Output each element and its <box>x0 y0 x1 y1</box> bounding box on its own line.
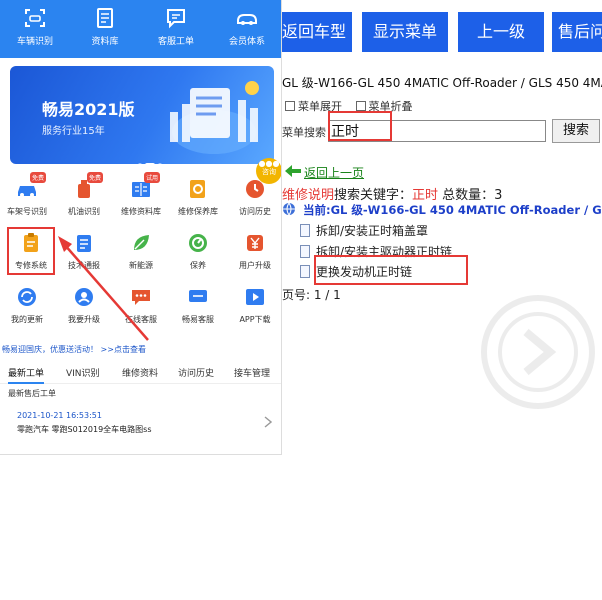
show-menu-button[interactable]: 显示菜单 <box>362 12 448 52</box>
search-button[interactable]: 搜索 <box>552 119 600 143</box>
back-link[interactable]: 返回上一页 <box>304 166 364 180</box>
result-count: 总数量：3 <box>438 188 503 203</box>
search-label: 菜单搜索 <box>282 126 326 139</box>
document-icon <box>300 265 310 278</box>
globe-icon <box>283 202 295 216</box>
screenshot-root: 车辆识别 资料库 客服工单 会员体系 畅易2021版 服务行业15年 ●●● 咨… <box>0 0 602 600</box>
page-number: 页号: 1 / 1 <box>282 288 341 302</box>
top-button-bar: 返回车型 显示菜单 上一级 售后问 <box>282 6 602 56</box>
tree-item[interactable]: 拆卸/安装正时箱盖罩 <box>300 222 428 239</box>
highlight-box-item <box>314 255 468 285</box>
keyword-value: 正时 <box>412 188 439 203</box>
mobile-app-panel: 车辆识别 资料库 客服工单 会员体系 畅易2021版 服务行业15年 ●●● 咨… <box>0 0 282 455</box>
after-sales-button[interactable]: 售后问 <box>552 12 602 52</box>
search-info: 维修说明搜索关键字：正时 总数量：3 <box>282 184 502 203</box>
document-icon <box>300 245 310 258</box>
collapse-checkbox-icon[interactable] <box>355 101 366 111</box>
tree-item-label: 拆卸/安装正时箱盖罩 <box>316 224 429 238</box>
repair-system-page: 返回车型 显示菜单 上一级 售后问 GL 级-W166-GL 450 4MATI… <box>282 0 602 600</box>
back-arrow-icon <box>285 165 301 177</box>
tree-root-label: 当前:GL 级-W166-GL 450 4MATIC Off-Roader / … <box>303 203 602 217</box>
watermark-icon <box>481 295 595 409</box>
highlight-box-search <box>328 111 392 141</box>
keyword-label: 搜索关键字： <box>334 188 413 203</box>
annotation-arrow-icon <box>58 236 149 341</box>
back-to-model-button[interactable]: 返回车型 <box>282 12 352 52</box>
expand-checkbox-icon[interactable] <box>285 101 295 111</box>
up-level-button[interactable]: 上一级 <box>458 12 544 52</box>
back-row: 返回上一页 <box>282 164 364 181</box>
document-icon <box>300 224 310 237</box>
info-prefix: 维修说明 <box>282 188 335 203</box>
tree-root[interactable]: 当前:GL 级-W166-GL 450 4MATIC Off-Roader / … <box>282 202 602 218</box>
breadcrumb: GL 级-W166-GL 450 4MATIC Off-Roader / GLS… <box>282 76 602 90</box>
